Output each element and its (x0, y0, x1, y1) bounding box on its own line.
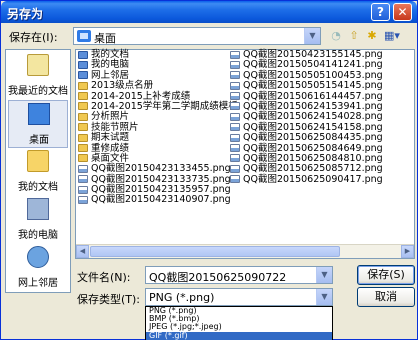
chevron-down-icon[interactable]: ▼ (316, 289, 332, 305)
new-folder-icon[interactable]: ✱ (363, 28, 381, 44)
scrollbar-thumb[interactable] (90, 246, 340, 257)
cancel-button[interactable]: 取消 (357, 287, 415, 307)
place-desktop[interactable]: 桌面 (8, 100, 68, 148)
image-file-icon (230, 123, 240, 132)
place-label: 我的电脑 (18, 230, 58, 241)
save-in-value: 桌面 (94, 32, 116, 45)
file-name-input[interactable]: QQ截图20150625090722 ▼ (145, 266, 333, 284)
folder-icon (78, 123, 88, 132)
desktop-folder-icon (77, 30, 91, 42)
help-button[interactable]: ? (371, 3, 390, 21)
image-file-icon (230, 50, 240, 59)
image-file-icon (230, 92, 240, 101)
file-type-option[interactable]: GIF (*.gif) (146, 331, 332, 340)
scroll-left-icon[interactable]: ◀ (76, 245, 89, 258)
place-my-documents[interactable]: 我的文档 (8, 148, 68, 196)
file-name: QQ截图20150625084435.png (243, 132, 383, 144)
recent-documents-icon (27, 54, 49, 76)
system-folder-icon (78, 60, 88, 69)
image-file-icon (230, 144, 240, 153)
file-name: QQ截图20150505154145.png (243, 80, 383, 92)
my-documents-icon (27, 150, 49, 172)
image-file-icon (78, 175, 88, 184)
place-label: 我最近的文档 (8, 86, 68, 97)
file-name: 我的电脑 (91, 59, 130, 71)
image-file-icon (230, 175, 240, 184)
up-folder-icon[interactable]: ⇧ (345, 28, 363, 44)
folder-icon (78, 133, 88, 142)
image-file-icon (78, 185, 88, 194)
image-file-icon (230, 81, 240, 90)
image-file-icon (78, 195, 88, 204)
file-name: 期末试题 (91, 132, 130, 144)
places-bar: 我最近的文档 桌面 我的文档 我的电脑 网上邻居 (5, 49, 71, 293)
image-file-icon (230, 164, 240, 173)
file-column-1: 我的文档 我的电脑 网上邻居 2013级点名册 2014-2015上补考成绩 2014-2… (78, 49, 238, 206)
file-type-value: PNG (*.png) (149, 291, 215, 304)
folder-icon (78, 154, 88, 163)
chevron-down-icon[interactable]: ▼ (304, 28, 320, 44)
place-label: 我的文档 (18, 182, 58, 193)
place-recent[interactable]: 我最近的文档 (8, 52, 68, 100)
image-file-icon (230, 71, 240, 80)
chevron-down-icon[interactable]: ▼ (316, 267, 332, 283)
save-in-dropdown[interactable]: 桌面 ▼ (73, 27, 321, 45)
place-my-computer[interactable]: 我的电脑 (8, 196, 68, 244)
image-file-icon (230, 102, 240, 111)
file-name-label: 文件名(N): (77, 271, 131, 284)
file-name: QQ截图20150423140907.png (91, 194, 231, 206)
folder-icon (78, 92, 88, 101)
file-item[interactable]: QQ截图20150423140907.png (78, 195, 238, 205)
image-file-icon (230, 154, 240, 163)
image-file-icon (230, 60, 240, 69)
file-name: 2013级点名册 (91, 80, 154, 92)
file-name: 2014-2015上补考成绩 (91, 90, 191, 102)
folder-icon (78, 144, 88, 153)
file-type-options-list: PNG (*.png) BMP (*.bmp) JPEG (*.jpg;*.jpeg… (145, 306, 333, 340)
save-as-dialog: 另存为 ? ✕ 保存在(I): 桌面 ▼ ◔ ⇧ ✱ ▦▾ 我最近的文档 桌面 … (0, 0, 418, 340)
file-name: QQ截图20150625090417.png (243, 173, 383, 185)
views-menu-icon[interactable]: ▦▾ (383, 28, 401, 44)
file-name: QQ截图20150625085712.png (243, 163, 383, 175)
folder-icon (78, 112, 88, 121)
file-item[interactable]: QQ截图20150625090417.png (230, 173, 383, 185)
close-button[interactable]: ✕ (393, 3, 412, 21)
scroll-right-icon[interactable]: ▶ (401, 245, 414, 258)
file-column-2: QQ截图20150423155145.png QQ截图20150504141241… (230, 49, 383, 185)
my-computer-icon (27, 198, 49, 220)
file-name: QQ截图20150616144457.png (243, 90, 383, 102)
system-folder-icon (78, 50, 88, 59)
file-name: QQ截图20150423133455.png (91, 163, 231, 175)
image-file-icon (230, 112, 240, 121)
back-icon[interactable]: ◔ (327, 28, 345, 44)
file-name-value: QQ截图20150625090722 (149, 271, 287, 284)
desktop-icon (28, 103, 50, 125)
folder-icon (78, 102, 88, 111)
place-network[interactable]: 网上邻居 (8, 244, 68, 292)
window-title: 另存为 (7, 7, 44, 21)
file-name: QQ截图20150504141241.png (243, 59, 383, 71)
file-name: QQ截图20150624154028.png (243, 111, 383, 123)
image-file-icon (230, 133, 240, 142)
folder-icon (78, 81, 88, 90)
place-label: 网上邻居 (18, 278, 58, 289)
image-file-icon (78, 164, 88, 173)
horizontal-scrollbar[interactable]: ◀ ▶ (76, 244, 414, 258)
title-bar[interactable]: 另存为 ? ✕ (1, 1, 417, 23)
save-in-label: 保存在(I): (9, 31, 58, 44)
network-places-icon (27, 246, 49, 268)
file-list[interactable]: 我的文档 我的电脑 网上邻居 2013级点名册 2014-2015上补考成绩 2014-2… (75, 49, 415, 259)
file-name: 重修成绩 (91, 142, 130, 154)
file-type-dropdown[interactable]: PNG (*.png) ▼ (145, 288, 333, 306)
file-type-label: 保存类型(T): (77, 293, 141, 306)
system-folder-icon (78, 71, 88, 80)
save-button[interactable]: 保存(S) (357, 265, 415, 285)
place-label: 桌面 (29, 135, 49, 146)
file-name: 分析照片 (91, 111, 130, 123)
file-name: QQ截图20150625084649.png (243, 142, 383, 154)
